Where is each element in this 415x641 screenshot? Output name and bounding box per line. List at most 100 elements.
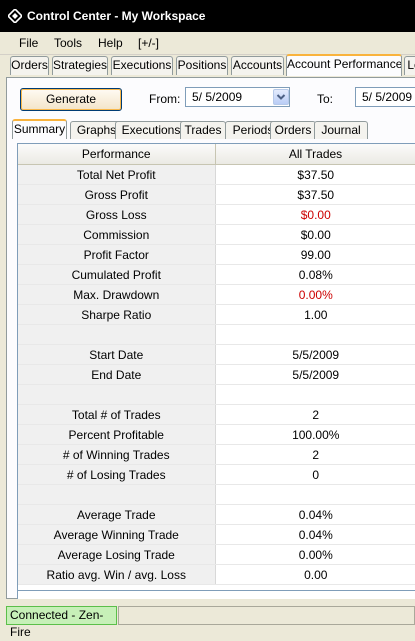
row-metric-label: Average Trade — [18, 504, 216, 525]
table-row[interactable]: End Date 5/5/2009 — [18, 364, 415, 385]
title-bar: Control Center - My Workspace — [0, 0, 415, 32]
row-metric-value — [215, 324, 415, 345]
subtab-orders[interactable]: Orders — [270, 121, 316, 139]
subtab-summary[interactable]: Summary — [12, 119, 67, 139]
column-header-all-trades[interactable]: All Trades — [215, 144, 415, 165]
row-metric-label: Ratio avg. Win / avg. Loss — [18, 564, 216, 585]
row-metric-value: 5/5/2009 — [215, 364, 415, 385]
generate-button[interactable]: Generate — [20, 88, 122, 111]
row-metric-value: 0.08% — [215, 264, 415, 285]
to-date-value: 5/ 5/2009 — [362, 90, 413, 104]
row-metric-label: Total Net Profit — [18, 164, 216, 185]
header-row: Performance All Trades — [18, 144, 415, 165]
subtab-executions[interactable]: Executions — [115, 121, 187, 139]
tab-positions[interactable]: Positions — [176, 56, 228, 75]
tab-executions[interactable]: Executions — [111, 56, 173, 75]
table-row[interactable]: Max. Drawdown 0.00% — [18, 284, 415, 305]
row-metric-label — [18, 384, 216, 405]
row-metric-label: Average Losing Trade — [18, 544, 216, 565]
row-metric-label: Gross Loss — [18, 204, 216, 225]
table-row[interactable]: Average Trade 0.04% — [18, 504, 415, 525]
row-metric-value: $37.50 — [215, 164, 415, 185]
from-label: From: — [149, 92, 181, 106]
row-metric-value: 99.00 — [215, 244, 415, 265]
main-tab-strip: Orders Strategies Executions Positions A… — [0, 54, 415, 77]
connection-status: Connected - Zen-Fire — [6, 606, 117, 639]
row-metric-value: 0 — [215, 464, 415, 485]
table-row[interactable] — [18, 384, 415, 405]
table-row[interactable]: Total Net Profit $37.50 — [18, 164, 415, 185]
table-row[interactable]: Gross Profit $37.50 — [18, 184, 415, 205]
tab-accounts[interactable]: Accounts — [231, 56, 284, 75]
row-metric-value: 0.00% — [215, 284, 415, 305]
table-row[interactable]: Sharpe Ratio 1.00 — [18, 304, 415, 325]
row-metric-value: 5/5/2009 — [215, 344, 415, 365]
table-row[interactable]: # of Winning Trades 2 — [18, 444, 415, 465]
subtab-trades[interactable]: Trades — [180, 121, 226, 139]
row-metric-label: Gross Profit — [18, 184, 216, 205]
row-metric-label: Total # of Trades — [18, 404, 216, 425]
table-row[interactable]: Commission $0.00 — [18, 224, 415, 245]
menu-bar: File Tools Help [+/-] — [0, 32, 415, 55]
menu-toggle[interactable]: [+/-] — [138, 36, 159, 50]
row-metric-value: 2 — [215, 444, 415, 465]
app-diamond-icon — [8, 9, 22, 23]
row-metric-label: Average Winning Trade — [18, 524, 216, 545]
row-metric-label: Max. Drawdown — [18, 284, 216, 305]
row-metric-value — [215, 484, 415, 505]
row-metric-label: End Date — [18, 364, 216, 385]
from-date-value: 5/ 5/2009 — [192, 90, 243, 104]
row-metric-value: 100.00% — [215, 424, 415, 445]
table-row[interactable] — [18, 324, 415, 345]
row-metric-value: $0.00 — [215, 204, 415, 225]
row-metric-label: Sharpe Ratio — [18, 304, 216, 325]
status-bar: Connected - Zen-Fire — [0, 604, 415, 639]
table-row[interactable]: Profit Factor 99.00 — [18, 244, 415, 265]
row-metric-value: 0.04% — [215, 524, 415, 545]
row-metric-label: Start Date — [18, 344, 216, 365]
row-metric-label — [18, 484, 216, 505]
row-metric-value: 2 — [215, 404, 415, 425]
to-label: To: — [317, 92, 334, 106]
menu-tools[interactable]: Tools — [54, 36, 82, 50]
tab-lo[interactable]: Lo — [404, 56, 415, 75]
summary-grid: Performance All Trades Total Net Profit $… — [17, 143, 415, 591]
table-row[interactable]: Cumulated Profit 0.08% — [18, 264, 415, 285]
menu-file[interactable]: File — [19, 36, 38, 50]
table-row[interactable]: Average Winning Trade 0.04% — [18, 524, 415, 545]
table-row[interactable]: Average Losing Trade 0.00% — [18, 544, 415, 565]
table-row[interactable] — [18, 484, 415, 505]
table-row[interactable]: Gross Loss $0.00 — [18, 204, 415, 225]
tab-strategies[interactable]: Strategies — [52, 56, 108, 75]
table-row[interactable]: Percent Profitable 100.00% — [18, 424, 415, 445]
row-metric-value: 0.00 — [215, 564, 415, 585]
sub-tab-strip: Summary Graphs Executions Trades Periods… — [12, 119, 415, 139]
row-metric-label: Commission — [18, 224, 216, 245]
column-header-performance[interactable]: Performance — [18, 144, 216, 165]
tab-account-performance[interactable]: Account Performance — [286, 54, 402, 76]
grid-bottom-edge — [17, 591, 415, 599]
row-metric-label: Cumulated Profit — [18, 264, 216, 285]
row-metric-label: Percent Profitable — [18, 424, 216, 445]
row-metric-label: # of Winning Trades — [18, 444, 216, 465]
table-row[interactable]: Start Date 5/5/2009 — [18, 344, 415, 365]
row-metric-label: # of Losing Trades — [18, 464, 216, 485]
row-metric-label — [18, 324, 216, 345]
row-metric-value: $37.50 — [215, 184, 415, 205]
subtab-journal[interactable]: Journal — [314, 121, 368, 139]
chevron-down-icon[interactable] — [273, 89, 289, 105]
window-title: Control Center - My Workspace — [27, 9, 206, 23]
to-date-picker[interactable]: 5/ 5/2009 — [355, 87, 415, 107]
row-metric-label: Profit Factor — [18, 244, 216, 265]
from-date-picker[interactable]: 5/ 5/2009 — [185, 87, 290, 107]
status-bar-empty-cell — [118, 606, 415, 625]
row-metric-value: 1.00 — [215, 304, 415, 325]
menu-help[interactable]: Help — [98, 36, 123, 50]
row-metric-value: $0.00 — [215, 224, 415, 245]
table-row[interactable]: Ratio avg. Win / avg. Loss 0.00 — [18, 564, 415, 585]
row-metric-value: 0.04% — [215, 504, 415, 525]
row-metric-value — [215, 384, 415, 405]
table-row[interactable]: Total # of Trades 2 — [18, 404, 415, 425]
tab-orders[interactable]: Orders — [10, 56, 49, 75]
table-row[interactable]: # of Losing Trades 0 — [18, 464, 415, 485]
